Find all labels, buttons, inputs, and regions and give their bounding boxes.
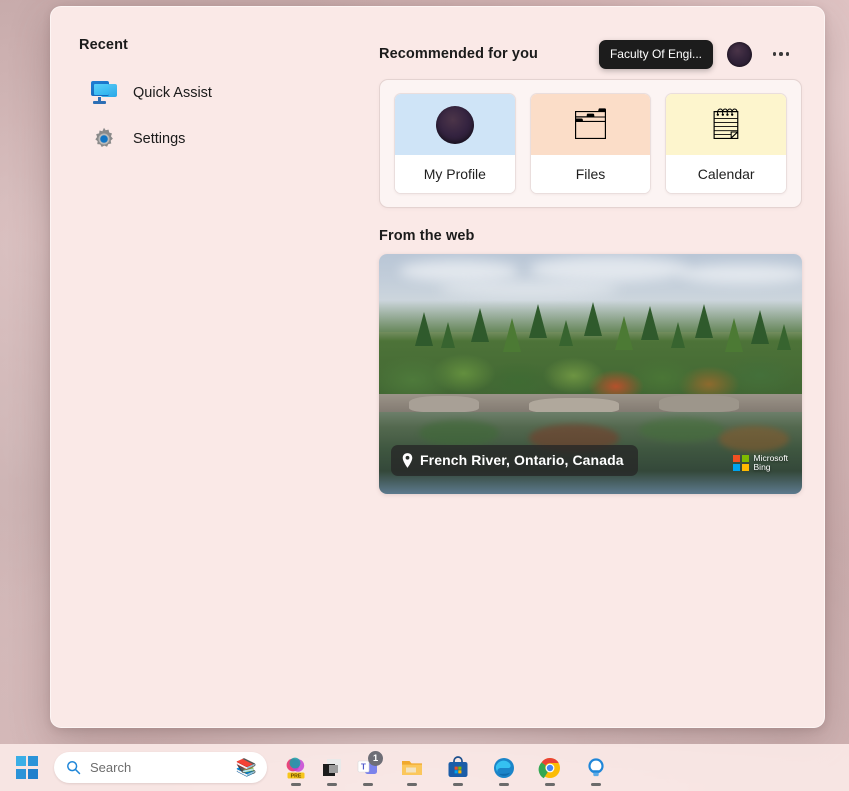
taskbar-app-microsoft-store[interactable] — [441, 749, 475, 787]
settings-gear-icon — [91, 126, 117, 152]
from-the-web-card[interactable]: French River, Ontario, Canada Microsoft … — [379, 254, 802, 494]
photo-caption: French River, Ontario, Canada — [391, 445, 638, 476]
office-pre-icon: PRE — [286, 757, 305, 779]
from-the-web-heading: From the web — [379, 228, 475, 244]
taskbar-app-quick-assist[interactable] — [579, 749, 613, 787]
recent-item-quick-assist[interactable]: Quick Assist — [79, 72, 369, 114]
dark-window-icon — [323, 758, 341, 776]
svg-text:PRE: PRE — [291, 773, 302, 779]
search-input[interactable]: Search 📚 — [54, 752, 267, 783]
user-avatar[interactable] — [727, 41, 752, 67]
chrome-icon — [538, 757, 560, 778]
card-thumbnail: 🗒 — [666, 94, 787, 155]
files-folder-icon: 🗂 — [571, 107, 610, 141]
card-label: My Profile — [395, 155, 515, 193]
taskbar-app-microsoft-365[interactable]: PRE — [279, 749, 313, 787]
bing-brand-line2: Bing — [753, 462, 771, 473]
recent-item-label: Settings — [133, 131, 186, 147]
svg-text:T: T — [361, 762, 366, 771]
calendar-notepad-icon: 🗒 — [707, 107, 746, 141]
quick-assist-bulb-icon — [588, 757, 604, 776]
microsoft-store-icon — [448, 755, 468, 777]
taskbar: Search 📚 PRE T 1 — [0, 744, 849, 791]
card-label: Files — [530, 155, 651, 193]
recent-item-label: Quick Assist — [133, 85, 212, 101]
bing-wordmark: Microsoft Bing — [754, 454, 788, 472]
recent-section: Recent Quick Assist Settings — [79, 37, 369, 160]
taskbar-app-edge[interactable] — [487, 749, 521, 787]
recommended-heading: Recommended for you — [379, 46, 539, 62]
microsoft-bing-logo: Microsoft Bing — [733, 454, 788, 472]
recommended-header-row: Recommended for you Faculty Of Engi... — [379, 37, 802, 71]
location-pin-icon — [402, 452, 413, 468]
file-explorer-icon — [402, 760, 422, 775]
recommended-card-my-profile[interactable]: My Profile — [394, 93, 516, 194]
taskbar-app-chrome[interactable] — [533, 749, 567, 787]
recent-heading: Recent — [79, 37, 128, 53]
taskbar-app-file-explorer[interactable] — [395, 749, 429, 787]
school-supplies-illustration: 📚 — [235, 758, 257, 777]
recommended-cards: My Profile 🗂 Files 🗒 Calendar — [379, 79, 802, 208]
windows-logo-icon — [15, 756, 39, 779]
recent-item-settings[interactable]: Settings — [79, 118, 369, 160]
start-button[interactable] — [10, 749, 44, 787]
start-menu-panel: Recent Quick Assist Settings Recommended… — [50, 6, 825, 728]
quick-assist-icon — [91, 80, 117, 106]
teams-notification-badge: 1 — [368, 750, 383, 766]
profile-avatar-icon — [435, 105, 474, 144]
card-thumbnail — [395, 94, 515, 155]
recommended-section: Recommended for you Faculty Of Engi... M… — [379, 37, 802, 494]
recent-list: Quick Assist Settings — [79, 72, 369, 160]
account-tooltip: Faculty Of Engi... — [598, 39, 713, 69]
more-options-icon[interactable] — [768, 43, 794, 65]
recommended-card-files[interactable]: 🗂 Files — [529, 93, 652, 194]
taskbar-app-window[interactable] — [315, 749, 349, 787]
search-placeholder: Search — [90, 760, 132, 775]
recommended-card-calendar[interactable]: 🗒 Calendar — [665, 93, 788, 194]
microsoft-logo-squares — [733, 455, 749, 471]
taskbar-app-teams[interactable]: T 1 — [351, 749, 385, 787]
edge-icon — [494, 757, 514, 778]
caption-text: French River, Ontario, Canada — [420, 452, 624, 468]
search-icon — [67, 761, 81, 775]
card-thumbnail: 🗂 — [530, 94, 651, 155]
card-label: Calendar — [666, 155, 787, 193]
